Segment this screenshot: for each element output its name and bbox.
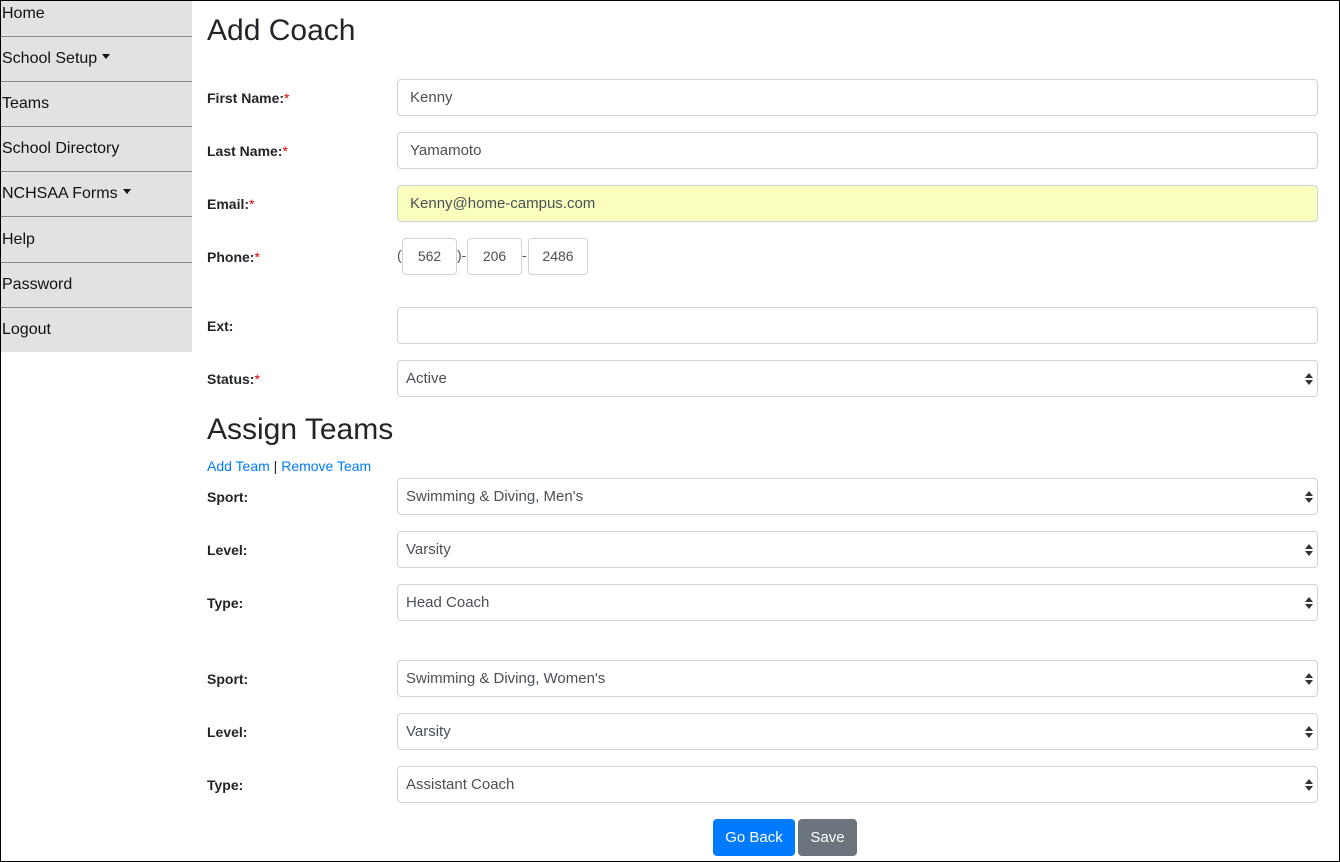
first-name-input[interactable]: Kenny	[397, 79, 1318, 116]
select-arrows-icon	[1305, 489, 1313, 505]
phone-open-paren: (	[397, 247, 402, 263]
type-label: Type:	[207, 595, 244, 611]
select-arrows-icon	[1305, 595, 1313, 611]
sidebar-item-school-directory[interactable]: School Directory	[1, 127, 192, 172]
phone-area-code-input[interactable]: 562	[402, 238, 457, 275]
select-arrows-icon	[1305, 777, 1313, 793]
level-select[interactable]: Varsity	[397, 713, 1318, 750]
sidebar-item-teams[interactable]: Teams	[1, 82, 192, 127]
caret-down-icon	[122, 189, 131, 195]
sport-select[interactable]: Swimming & Diving, Men's	[397, 478, 1318, 515]
sport-select-value: Swimming & Diving, Men's	[406, 488, 584, 505]
page-title: Add Coach	[207, 14, 356, 47]
remove-team-link[interactable]: Remove Team	[281, 458, 371, 474]
sidebar-item-label: School Setup	[2, 50, 98, 67]
sidebar-item-label: Help	[2, 231, 35, 248]
level-label: Level:	[207, 724, 248, 740]
status-select-value: Active	[406, 370, 447, 387]
required-marker: *	[282, 143, 288, 159]
caret-down-icon	[102, 54, 111, 60]
last-name-input[interactable]: Yamamoto	[397, 132, 1318, 169]
select-arrows-icon	[1305, 371, 1313, 387]
type-select[interactable]: Head Coach	[397, 584, 1318, 621]
sport-select[interactable]: Swimming & Diving, Women's	[397, 660, 1318, 697]
select-arrows-icon	[1305, 542, 1313, 558]
first-name-label: First Name:*	[207, 90, 290, 106]
phone-label: Phone:*	[207, 249, 260, 265]
sidebar-item-label: Logout	[2, 321, 51, 338]
assign-teams-heading: Assign Teams	[207, 413, 394, 446]
status-select[interactable]: Active	[397, 360, 1318, 397]
level-select[interactable]: Varsity	[397, 531, 1318, 568]
sidebar-nav: Home School Setup Teams School Directory…	[1, 1, 192, 352]
sidebar-item-label: Teams	[2, 95, 50, 112]
add-team-link[interactable]: Add Team	[207, 458, 270, 474]
sidebar-item-label: School Directory	[2, 140, 120, 157]
select-arrows-icon	[1305, 724, 1313, 740]
required-marker: *	[254, 371, 260, 387]
type-label: Type:	[207, 777, 244, 793]
email-label: Email:*	[207, 196, 255, 212]
status-label: Status:*	[207, 371, 260, 387]
sport-label: Sport:	[207, 671, 249, 687]
ext-input[interactable]	[397, 307, 1318, 344]
level-label: Level:	[207, 542, 248, 558]
sidebar-item-password[interactable]: Password	[1, 263, 192, 308]
phone-separator: )-	[457, 247, 467, 263]
phone-prefix-input[interactable]: 206	[467, 238, 522, 275]
email-input[interactable]: Kenny@home-campus.com	[397, 185, 1318, 222]
type-select[interactable]: Assistant Coach	[397, 766, 1318, 803]
sidebar-item-label: NCHSAA Forms	[2, 185, 118, 202]
type-select-value: Assistant Coach	[406, 776, 515, 793]
phone-line-input[interactable]: 2486	[528, 238, 588, 275]
sport-label: Sport:	[207, 489, 249, 505]
phone-separator: -	[522, 247, 527, 263]
select-arrows-icon	[1305, 671, 1313, 687]
sidebar-item-help[interactable]: Help	[1, 217, 192, 263]
required-marker: *	[284, 90, 290, 106]
sidebar-item-home[interactable]: Home	[1, 1, 192, 37]
link-divider: |	[273, 458, 278, 474]
save-button[interactable]: Save	[798, 819, 857, 856]
sidebar-item-nchsaa-forms[interactable]: NCHSAA Forms	[1, 172, 192, 217]
level-select-value: Varsity	[406, 541, 451, 558]
level-select-value: Varsity	[406, 723, 451, 740]
required-marker: *	[249, 196, 255, 212]
sport-select-value: Swimming & Diving, Women's	[406, 670, 606, 687]
ext-label: Ext:	[207, 318, 234, 334]
team-links: Add Team | Remove Team	[207, 459, 371, 473]
sidebar-item-school-setup[interactable]: School Setup	[1, 37, 192, 82]
last-name-label: Last Name:*	[207, 143, 288, 159]
type-select-value: Head Coach	[406, 594, 490, 611]
sidebar-item-label: Home	[2, 5, 45, 22]
go-back-button[interactable]: Go Back	[713, 819, 795, 856]
sidebar-item-logout[interactable]: Logout	[1, 308, 192, 352]
sidebar-item-label: Password	[2, 276, 73, 293]
required-marker: *	[254, 249, 260, 265]
